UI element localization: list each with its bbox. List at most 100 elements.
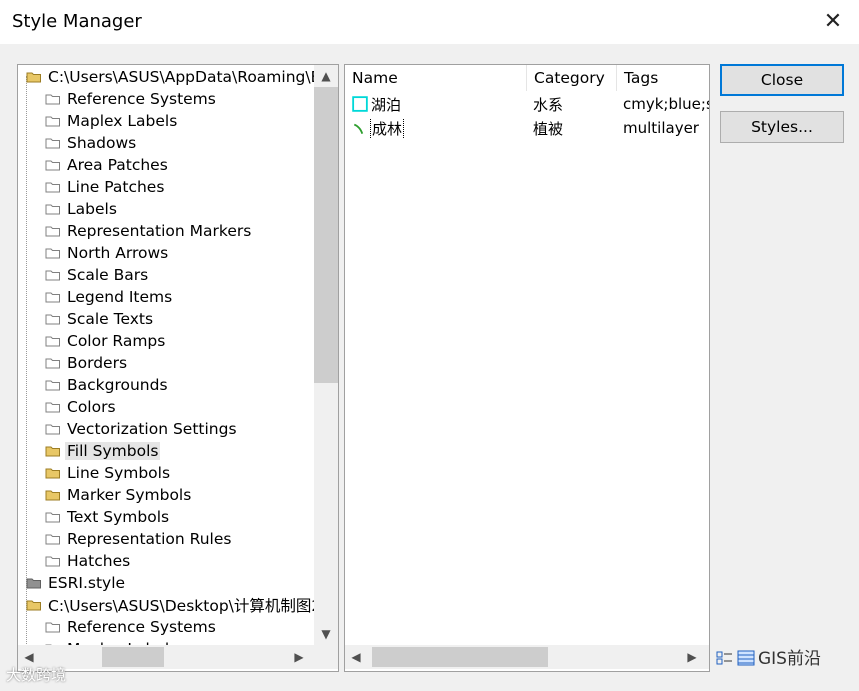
- folder-open-icon: [26, 600, 41, 611]
- list-view-icon[interactable]: [716, 650, 734, 666]
- tree-item[interactable]: C:\Users\ASUS\Desktop\计算机制图2: [26, 594, 314, 616]
- close-window-icon[interactable]: ✕: [818, 8, 848, 36]
- tree-connector-line: [26, 76, 27, 645]
- tree-item-label: Scale Bars: [67, 266, 149, 284]
- tree-item[interactable]: Color Ramps: [45, 330, 167, 352]
- list-row[interactable]: 成林 植被 multilayer: [345, 116, 709, 140]
- scroll-right-icon[interactable]: ▶: [681, 645, 703, 669]
- tree-item[interactable]: Representation Rules: [45, 528, 233, 550]
- style-tags: cmyk;blue;si: [623, 95, 709, 113]
- tree-item-label: Color Ramps: [67, 332, 166, 350]
- tree-item-label: C:\Users\ASUS\AppData\Roaming\ESRI: [48, 68, 314, 86]
- column-header-tags[interactable]: Tags: [617, 65, 709, 91]
- style-tree: C:\Users\ASUS\AppData\Roaming\ESRI Refere…: [18, 65, 314, 645]
- tree-item[interactable]: Reference Systems: [45, 616, 218, 638]
- tree-item-label: C:\Users\ASUS\Desktop\计算机制图2: [48, 597, 314, 615]
- tree-item[interactable]: North Arrows: [45, 242, 170, 264]
- tree-horizontal-scroll-thumb[interactable]: [102, 647, 164, 667]
- tree-item[interactable]: Line Symbols: [45, 462, 172, 484]
- tree-item[interactable]: C:\Users\ASUS\AppData\Roaming\ESRI: [26, 66, 314, 88]
- tree-item-label: Representation Markers: [67, 222, 252, 240]
- tree-item[interactable]: Reference Systems: [45, 88, 218, 110]
- tree-item-label: Hatches: [67, 552, 131, 570]
- folder-icon: [45, 182, 60, 193]
- tree-item-label: Maplex Labels: [67, 112, 178, 130]
- view-mode-toggle[interactable]: [716, 650, 755, 666]
- folder-icon: [45, 622, 60, 633]
- folder-open-icon: [45, 468, 60, 479]
- scroll-up-icon[interactable]: ▲: [314, 65, 338, 87]
- tree-item[interactable]: Hatches: [45, 550, 132, 572]
- style-tree-panel[interactable]: C:\Users\ASUS\AppData\Roaming\ESRI Refere…: [17, 64, 339, 672]
- tree-item-label: Representation Rules: [67, 530, 232, 548]
- folder-icon: [45, 336, 60, 347]
- tree-item[interactable]: Backgrounds: [45, 374, 170, 396]
- folder-icon: [26, 578, 41, 589]
- tree-item[interactable]: ESRI.style: [26, 572, 127, 594]
- tree-item[interactable]: Maplex Labels: [45, 110, 179, 132]
- tree-item[interactable]: Maplex Labels: [45, 638, 179, 645]
- tree-item[interactable]: Marker Symbols: [45, 484, 193, 506]
- tree-item[interactable]: Borders: [45, 352, 129, 374]
- tree-item[interactable]: Fill Symbols: [45, 440, 161, 462]
- tree-item-label: Line Symbols: [67, 464, 171, 482]
- column-header-category[interactable]: Category: [527, 65, 617, 91]
- folder-icon: [45, 556, 60, 567]
- tree-item[interactable]: Representation Markers: [45, 220, 253, 242]
- style-category: 植被: [533, 119, 564, 138]
- watermark-left: 大数跨境: [6, 666, 67, 684]
- folder-icon: [45, 226, 60, 237]
- list-horizontal-scrollbar[interactable]: ◀ ▶: [345, 645, 709, 669]
- tree-item[interactable]: Area Patches: [45, 154, 170, 176]
- scrollbar-corner: [314, 645, 338, 669]
- list-horizontal-scroll-thumb[interactable]: [372, 647, 548, 667]
- details-view-icon[interactable]: [737, 650, 755, 666]
- tree-item[interactable]: Scale Bars: [45, 264, 150, 286]
- folder-open-icon: [45, 490, 60, 501]
- tree-item[interactable]: Colors: [45, 396, 118, 418]
- style-name: 成林: [369, 117, 405, 139]
- folder-icon: [45, 160, 60, 171]
- folder-icon: [45, 270, 60, 281]
- tree-item-label: Fill Symbols: [65, 442, 161, 460]
- watermark-right: GIS前沿: [758, 649, 821, 669]
- tree-item[interactable]: Legend Items: [45, 286, 174, 308]
- tree-vertical-scrollbar[interactable]: ▲ ▼: [314, 65, 338, 645]
- scroll-left-icon[interactable]: ◀: [345, 645, 367, 669]
- folder-icon: [45, 248, 60, 259]
- scroll-down-icon[interactable]: ▼: [314, 623, 338, 645]
- title-bar: Style Manager ✕: [0, 0, 859, 44]
- style-category: 水系: [533, 95, 564, 114]
- tree-item[interactable]: Vectorization Settings: [45, 418, 239, 440]
- tree-item-label: Backgrounds: [67, 376, 168, 394]
- style-list-panel[interactable]: Name Category Tags 湖泊 水系 cmyk;blue;si 成林…: [344, 64, 710, 672]
- list-row[interactable]: 湖泊 水系 cmyk;blue;si: [345, 92, 709, 116]
- tree-item[interactable]: Labels: [45, 198, 119, 220]
- tree-item-label: Colors: [67, 398, 116, 416]
- style-tags: multilayer: [623, 119, 699, 137]
- tree-item[interactable]: Scale Texts: [45, 308, 155, 330]
- column-header-name[interactable]: Name: [345, 65, 527, 91]
- folder-icon: [45, 534, 60, 545]
- tree-vertical-scroll-thumb[interactable]: [314, 87, 338, 383]
- tree-item[interactable]: Shadows: [45, 132, 138, 154]
- folder-open-icon: [45, 446, 60, 457]
- tree-item-label: North Arrows: [67, 244, 169, 262]
- folder-icon: [45, 402, 60, 413]
- tree-item-label: Scale Texts: [67, 310, 154, 328]
- tree-item[interactable]: Line Patches: [45, 176, 166, 198]
- list-header: Name Category Tags: [345, 65, 709, 92]
- scroll-right-icon[interactable]: ▶: [288, 645, 310, 669]
- green-curve-icon: [353, 123, 364, 135]
- folder-icon: [45, 292, 60, 303]
- tree-item-label: Shadows: [67, 134, 137, 152]
- tree-item-label: Marker Symbols: [67, 486, 192, 504]
- close-button[interactable]: Close: [720, 64, 844, 96]
- tree-item-label: Line Patches: [67, 178, 165, 196]
- folder-icon: [45, 314, 60, 325]
- tree-item-label: Vectorization Settings: [67, 420, 237, 438]
- tree-item[interactable]: Text Symbols: [45, 506, 171, 528]
- style-name: 湖泊: [371, 95, 402, 114]
- folder-icon: [45, 358, 60, 369]
- styles-button[interactable]: Styles...: [720, 111, 844, 143]
